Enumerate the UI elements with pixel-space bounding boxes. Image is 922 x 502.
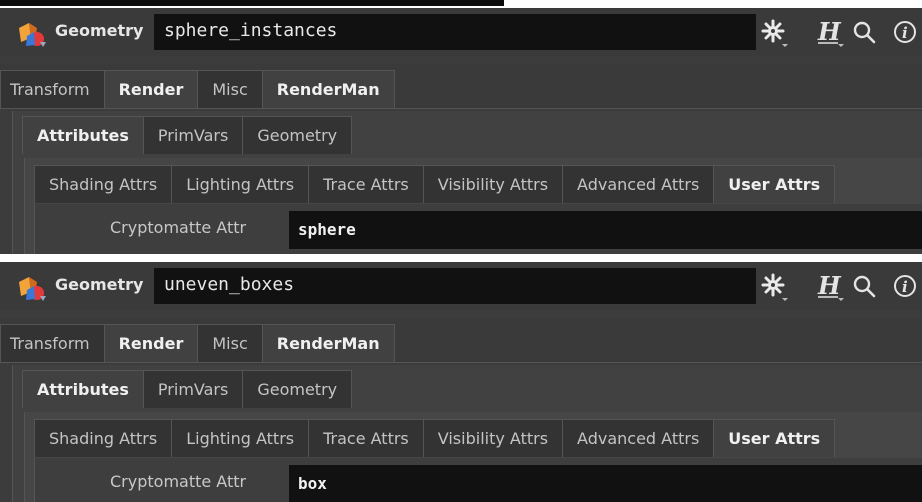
cryptomatte-attr-label: Cryptomatte Attr (110, 218, 247, 237)
tab-renderman[interactable]: RenderMan (261, 70, 395, 108)
svg-text:H: H (817, 18, 842, 46)
info-icon[interactable]: i (890, 18, 920, 48)
tab-shading-attrs[interactable]: Shading Attrs (34, 165, 173, 203)
parameter-panel-2: Geometry uneven_boxes H i Transform Rend… (0, 262, 922, 502)
tab-primvars[interactable]: PrimVars (142, 116, 244, 154)
panel-header: Geometry sphere_instances H i (0, 8, 922, 56)
geometry-node-icon (19, 23, 46, 47)
gear-icon[interactable] (760, 272, 790, 302)
tab-user-attrs[interactable]: User Attrs (713, 165, 836, 203)
svg-text:H: H (817, 272, 842, 300)
node-type-label: Geometry (55, 275, 144, 294)
search-icon[interactable] (850, 18, 880, 48)
node-type-label: Geometry (55, 21, 144, 40)
cryptomatte-attr-field[interactable]: sphere (289, 211, 922, 249)
tab-visibility-attrs[interactable]: Visibility Attrs (422, 419, 564, 457)
cryptomatte-attr-field[interactable]: box (289, 465, 922, 502)
tab-render[interactable]: Render (103, 324, 199, 362)
tab-advanced-attrs[interactable]: Advanced Attrs (562, 165, 715, 203)
tab-trace-attrs[interactable]: Trace Attrs (308, 165, 424, 203)
panel-header: Geometry uneven_boxes H i (0, 262, 922, 310)
tab-advanced-attrs[interactable]: Advanced Attrs (562, 419, 715, 457)
houdini-help-icon[interactable]: H (816, 18, 846, 48)
tab-primvars[interactable]: PrimVars (142, 370, 244, 408)
tab-attributes[interactable]: Attributes (22, 370, 144, 408)
tab-row-level3: Shading Attrs Lighting Attrs Trace Attrs… (34, 419, 836, 457)
tab-transform[interactable]: Transform (0, 324, 105, 362)
tab-shading-attrs[interactable]: Shading Attrs (34, 419, 173, 457)
tab-row-level2: Attributes PrimVars Geometry (22, 370, 353, 408)
node-name-field[interactable]: sphere_instances (154, 14, 756, 50)
tab-visibility-attrs[interactable]: Visibility Attrs (422, 165, 564, 203)
svg-text:i: i (902, 24, 908, 42)
tab-row-level1: Transform Render Misc RenderMan (0, 70, 395, 108)
tab-misc[interactable]: Misc (197, 70, 263, 108)
tab-renderman[interactable]: RenderMan (261, 324, 395, 362)
tab-row-level1: Transform Render Misc RenderMan (0, 324, 395, 362)
tab-row-level3: Shading Attrs Lighting Attrs Trace Attrs… (34, 165, 836, 203)
gear-icon[interactable] (760, 18, 790, 48)
panel-separator (0, 254, 922, 262)
geometry-node-icon (19, 277, 46, 301)
tab-row-level2: Attributes PrimVars Geometry (22, 116, 353, 154)
parameter-panel-1: Geometry sphere_instances H i Transform (0, 8, 922, 254)
houdini-help-icon[interactable]: H (816, 272, 846, 302)
tab-geometry[interactable]: Geometry (242, 370, 353, 408)
tab-attributes[interactable]: Attributes (22, 116, 144, 154)
tab-transform[interactable]: Transform (0, 70, 105, 108)
node-name-field[interactable]: uneven_boxes (154, 268, 756, 304)
svg-text:i: i (902, 278, 908, 296)
tab-lighting-attrs[interactable]: Lighting Attrs (171, 165, 310, 203)
search-icon[interactable] (850, 272, 880, 302)
tab-trace-attrs[interactable]: Trace Attrs (308, 419, 424, 457)
tab-geometry[interactable]: Geometry (242, 116, 353, 154)
tab-user-attrs[interactable]: User Attrs (713, 419, 836, 457)
info-icon[interactable]: i (890, 272, 920, 302)
tab-render[interactable]: Render (103, 70, 199, 108)
tab-lighting-attrs[interactable]: Lighting Attrs (171, 419, 310, 457)
cryptomatte-attr-label: Cryptomatte Attr (110, 472, 247, 491)
top-black-strip (0, 0, 504, 6)
tab-misc[interactable]: Misc (197, 324, 263, 362)
